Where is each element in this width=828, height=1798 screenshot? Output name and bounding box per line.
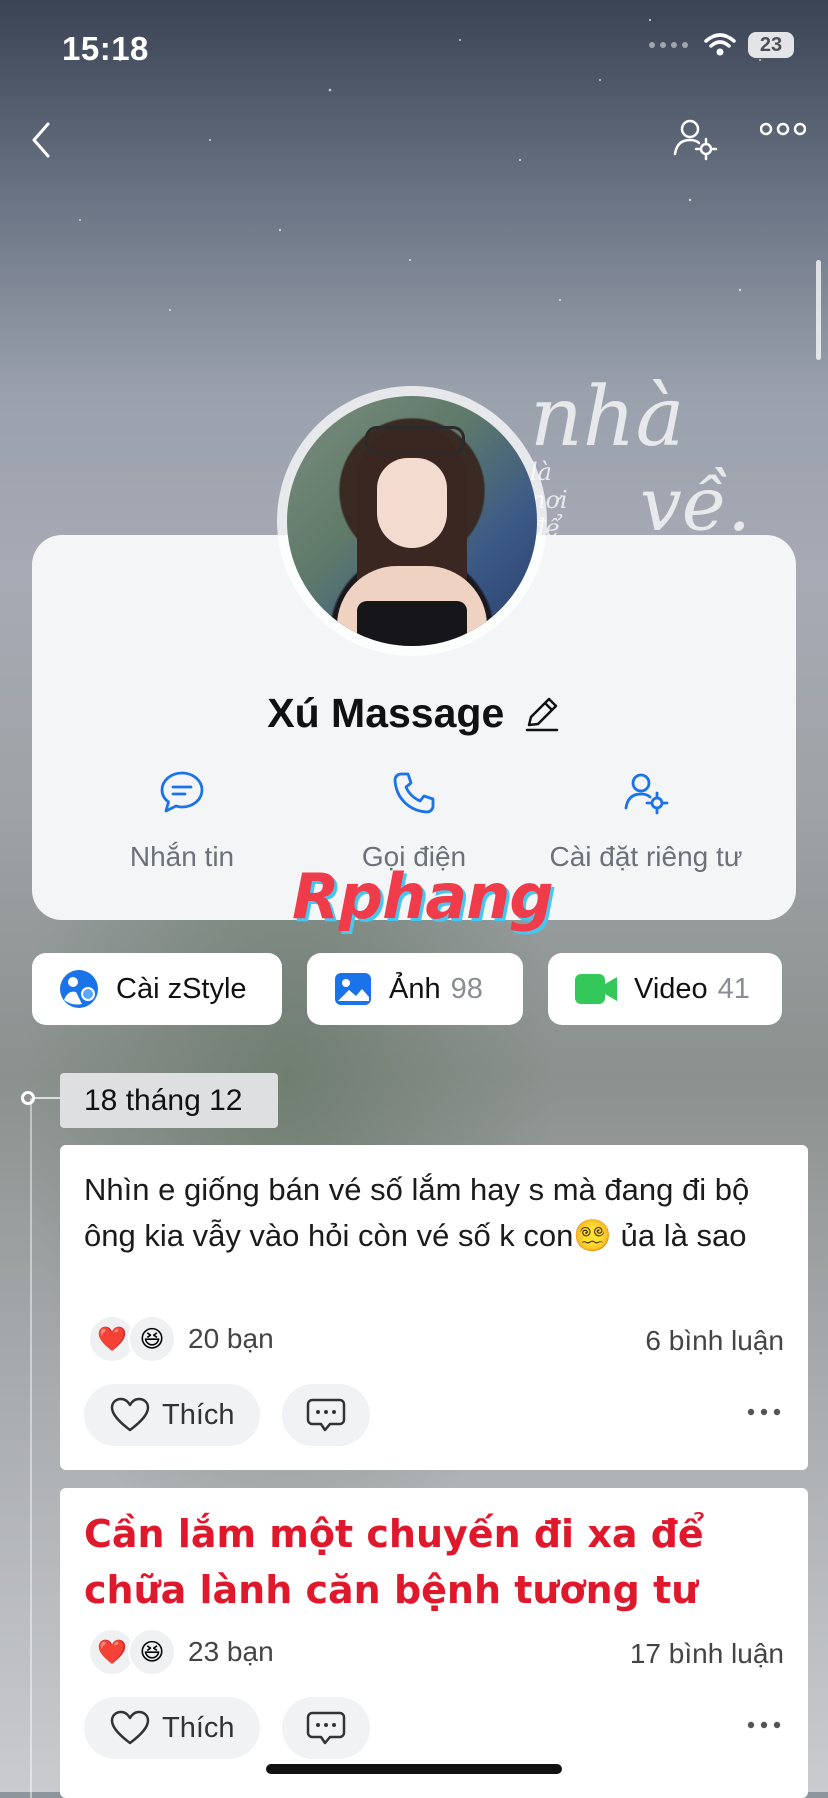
videos-label: Video [634, 972, 708, 1005]
laugh-reaction-icon: 😆 [128, 1628, 176, 1676]
video-camera-icon [575, 974, 617, 1004]
like-label: Thích [162, 1398, 235, 1431]
photos-count: 98 [450, 972, 483, 1005]
top-nav [0, 110, 828, 170]
post-more-icon[interactable] [746, 1720, 782, 1730]
status-bar: 15:18 23 [0, 0, 828, 100]
wifi-icon [704, 33, 736, 56]
reactions-count: 20 bạn [188, 1323, 274, 1354]
home-indicator[interactable] [266, 1764, 562, 1774]
chat-bubble-icon [160, 771, 204, 813]
back-chevron-icon[interactable] [28, 120, 54, 160]
profile-settings-icon[interactable] [672, 116, 718, 162]
profile-name-row: Xú Massage [0, 690, 828, 737]
timeline-connector [35, 1097, 61, 1099]
privacy-settings-label: Cài đặt riêng tư [549, 841, 743, 872]
timeline-dot [21, 1091, 35, 1105]
comments-count[interactable]: 6 bình luận [645, 1325, 784, 1357]
post-more-icon[interactable] [746, 1407, 782, 1417]
timeline-date: 18 tháng 12 [60, 1073, 278, 1128]
videos-chip[interactable]: Video 41 [548, 953, 782, 1025]
scroll-indicator[interactable] [816, 260, 821, 360]
reactions-count: 23 bạn [188, 1636, 274, 1667]
status-icons: 23 [648, 32, 794, 58]
avatar[interactable] [287, 396, 537, 646]
status-time: 15:18 [62, 30, 149, 67]
message-button[interactable]: Nhắn tin [62, 770, 302, 873]
profile-chips: Cài zStyle Ảnh 98 Video 41 [32, 953, 796, 1025]
heart-icon [110, 1710, 150, 1745]
timeline-line [30, 1098, 32, 1798]
like-label: Thích [162, 1711, 235, 1744]
comment-icon [306, 1711, 346, 1745]
feed-post[interactable]: Nhìn e giống bán vé số lắm hay s mà đang… [60, 1145, 808, 1470]
zstyle-icon [60, 970, 98, 1008]
message-label: Nhắn tin [129, 841, 235, 872]
image-icon [335, 973, 371, 1005]
edit-pencil-icon[interactable] [523, 695, 561, 733]
phone-icon [393, 772, 435, 814]
more-options-icon[interactable] [760, 120, 806, 138]
zstyle-label: Cài zStyle [116, 972, 247, 1005]
call-button[interactable]: Gọi điện [294, 770, 534, 873]
comment-button[interactable] [282, 1697, 370, 1759]
comment-icon [306, 1398, 346, 1432]
comments-count[interactable]: 17 bình luận [630, 1638, 784, 1670]
privacy-settings-button[interactable]: Cài đặt riêng tư [526, 770, 766, 873]
laugh-reaction-icon: 😆 [128, 1315, 176, 1363]
profile-name: Xú Massage [267, 690, 505, 736]
post-reactions[interactable]: ❤️ 😆 20 bạn [88, 1315, 274, 1363]
photos-chip[interactable]: Ảnh 98 [307, 953, 523, 1025]
like-button[interactable]: Thích [84, 1697, 260, 1759]
heart-icon [110, 1397, 150, 1432]
battery-icon: 23 [748, 32, 794, 58]
watermark-logo: Rphang [292, 860, 554, 933]
like-button[interactable]: Thích [84, 1384, 260, 1446]
photos-label: Ảnh [389, 972, 441, 1005]
post-text: Nhìn e giống bán vé số lắm hay s mà đang… [84, 1172, 750, 1253]
user-settings-icon [624, 773, 669, 815]
post-text: Cần lắm một chuyến đi xa để chữa lành că… [84, 1512, 704, 1612]
post-reactions[interactable]: ❤️ 😆 23 bạn [88, 1628, 274, 1676]
videos-count: 41 [717, 972, 750, 1005]
comment-button[interactable] [282, 1384, 370, 1446]
zstyle-chip[interactable]: Cài zStyle [32, 953, 282, 1025]
feed-post[interactable]: Cần lắm một chuyến đi xa để chữa lành că… [60, 1488, 808, 1798]
signal-icon [649, 42, 688, 48]
